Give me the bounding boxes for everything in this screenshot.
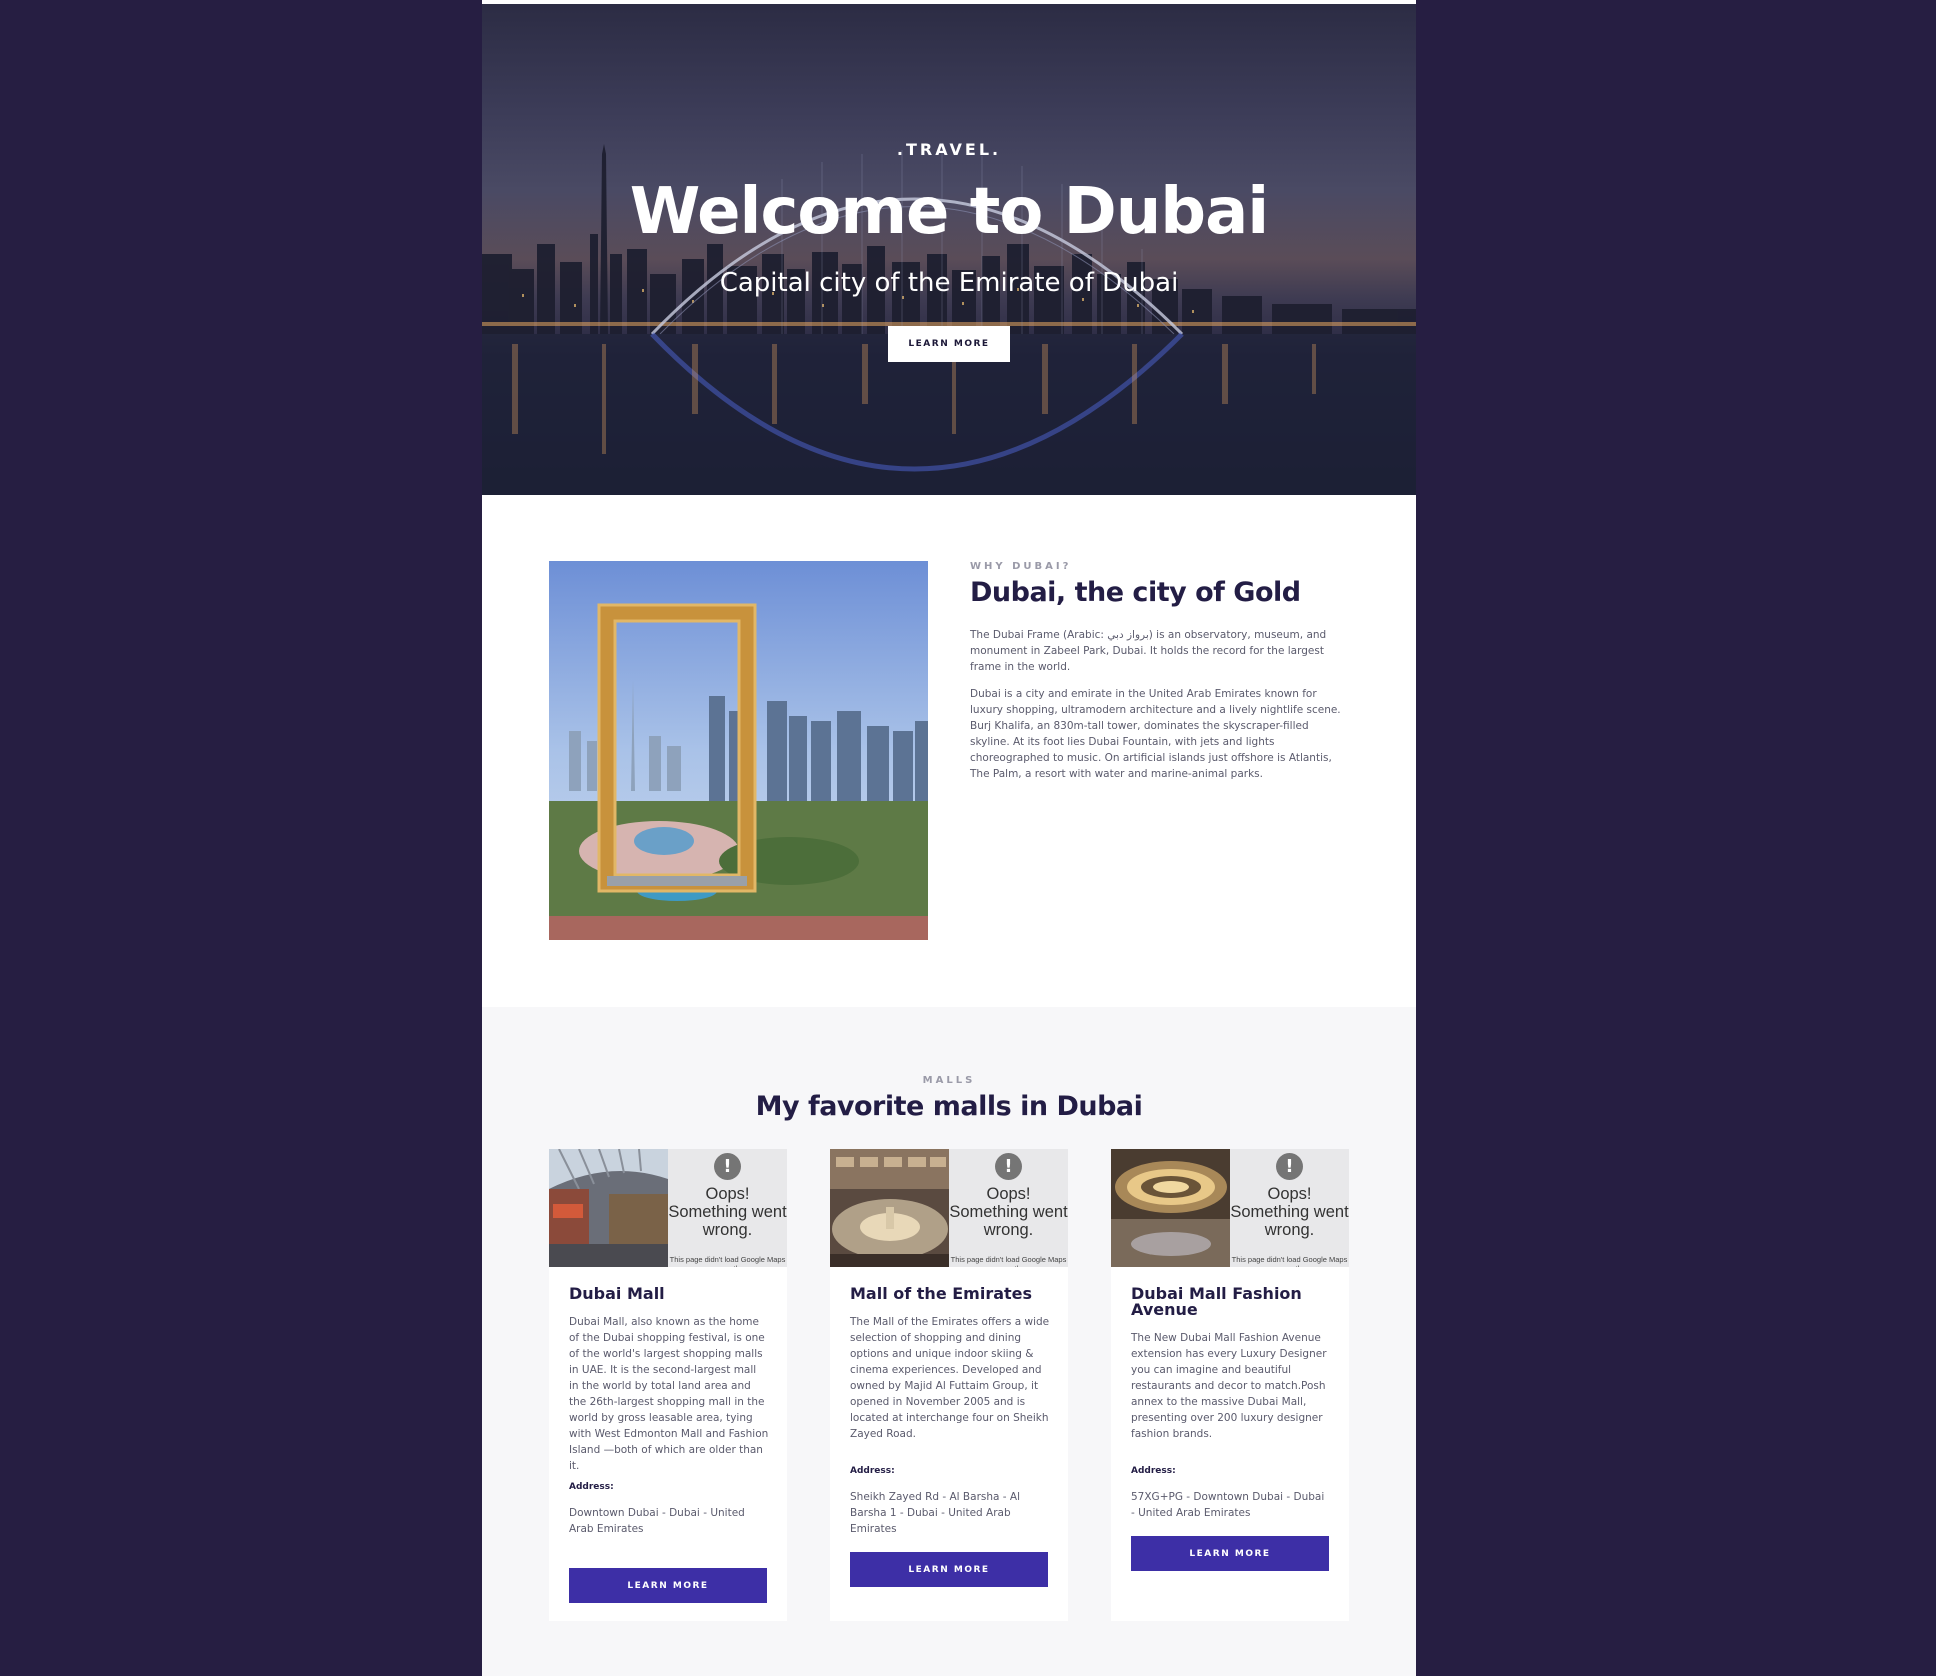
mall-title: Dubai Mall: [569, 1284, 665, 1303]
address-label: Address:: [850, 1466, 895, 1476]
map-error-detail: This page didn't load Google Maps correc…: [1231, 1255, 1348, 1267]
address-label: Address:: [1131, 1466, 1176, 1476]
mall-description: Dubai Mall, also known as the home of th…: [569, 1316, 769, 1472]
hero-subtitle: Capital city of the Emirate of Dubai: [719, 268, 1179, 298]
mall-description: The Mall of the Emirates offers a wide s…: [850, 1316, 1050, 1440]
hero-learn-more-button[interactable]: LEARN MORE: [888, 326, 1010, 362]
mall-image: [830, 1149, 949, 1267]
warning-icon: !: [995, 1153, 1022, 1180]
mall-card: ! Oops! Something went wrong. This page …: [549, 1149, 787, 1621]
hero-banner: .TRAVEL. Welcome to Dubai Capital city o…: [482, 4, 1416, 495]
why-dubai-section: WHY DUBAI? Dubai, the city of Gold The D…: [482, 495, 1416, 1007]
why-title: Dubai, the city of Gold: [970, 577, 1301, 608]
hero-title: Welcome to Dubai: [629, 175, 1269, 249]
map-error-title: Oops! Something went wrong.: [668, 1185, 787, 1239]
map-error-title: Oops! Something went wrong.: [949, 1185, 1068, 1239]
mall-description: The New Dubai Mall Fashion Avenue extens…: [1131, 1332, 1327, 1440]
mall-image: [1111, 1149, 1230, 1267]
mall-image: [549, 1149, 668, 1267]
malls-section: MALLS My favorite malls in Dubai ! Oops!…: [482, 1007, 1416, 1676]
mall-card: ! Oops! Something went wrong. This page …: [1111, 1149, 1349, 1621]
mall-card-media: ! Oops! Something went wrong. This page …: [549, 1149, 787, 1267]
mall-card: ! Oops! Something went wrong. This page …: [830, 1149, 1068, 1621]
why-paragraph-1: The Dubai Frame (Arabic: برواز دبي) is a…: [970, 629, 1327, 673]
mall-card-media: ! Oops! Something went wrong. This page …: [1111, 1149, 1349, 1267]
malls-eyebrow: MALLS: [922, 1075, 976, 1086]
mall-title: Mall of the Emirates: [850, 1284, 1033, 1303]
hero-eyebrow: .TRAVEL.: [896, 140, 1002, 159]
mall-learn-more-button[interactable]: LEARN MORE: [569, 1568, 767, 1603]
mall-card-media: ! Oops! Something went wrong. This page …: [830, 1149, 1068, 1267]
why-eyebrow: WHY DUBAI?: [970, 561, 1072, 572]
mall-title: Dubai Mall Fashion Avenue: [1131, 1284, 1302, 1319]
map-error-panel: ! Oops! Something went wrong. This page …: [949, 1149, 1068, 1267]
map-error-detail: This page didn't load Google Maps correc…: [669, 1255, 786, 1267]
address-label: Address:: [569, 1482, 614, 1492]
map-error-detail: This page didn't load Google Maps correc…: [950, 1255, 1067, 1267]
mall-learn-more-button[interactable]: LEARN MORE: [850, 1552, 1048, 1587]
page: .TRAVEL. Welcome to Dubai Capital city o…: [482, 0, 1416, 1676]
map-error-panel: ! Oops! Something went wrong. This page …: [1230, 1149, 1349, 1267]
map-error-title: Oops! Something went wrong.: [1230, 1185, 1349, 1239]
mall-address: 57XG+PG - Downtown Dubai - Dubai - Unite…: [1131, 1491, 1325, 1519]
mall-address: Downtown Dubai - Dubai - United Arab Emi…: [569, 1507, 745, 1535]
why-paragraph-2: Dubai is a city and emirate in the Unite…: [970, 688, 1341, 780]
warning-icon: !: [714, 1153, 741, 1180]
dubai-frame-image: [549, 561, 928, 940]
map-error-panel: ! Oops! Something went wrong. This page …: [668, 1149, 787, 1267]
warning-icon: !: [1276, 1153, 1303, 1180]
mall-learn-more-button[interactable]: LEARN MORE: [1131, 1536, 1329, 1571]
malls-title: My favorite malls in Dubai: [755, 1091, 1143, 1122]
mall-address: Sheikh Zayed Rd - Al Barsha - Al Barsha …: [850, 1491, 1021, 1535]
